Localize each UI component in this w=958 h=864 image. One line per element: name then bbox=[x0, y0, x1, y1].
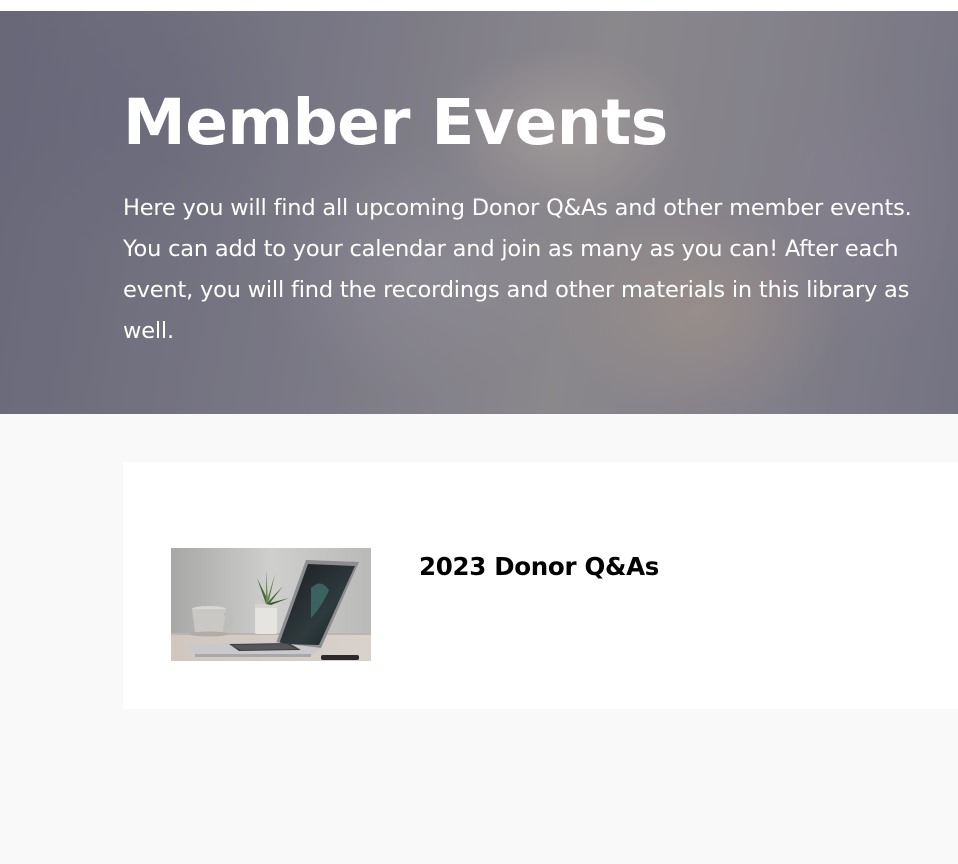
page-title: Member Events bbox=[123, 86, 668, 159]
hero-banner: Member Events Here you will find all upc… bbox=[0, 11, 958, 414]
laptop-desk-photo-icon bbox=[171, 548, 371, 661]
hero-description: Here you will find all upcoming Donor Q&… bbox=[123, 195, 912, 344]
top-bar bbox=[0, 0, 958, 11]
event-title-link[interactable]: 2023 Donor Q&As bbox=[419, 549, 659, 585]
event-thumbnail[interactable] bbox=[171, 548, 371, 661]
event-card[interactable]: 2023 Donor Q&As bbox=[123, 462, 958, 709]
